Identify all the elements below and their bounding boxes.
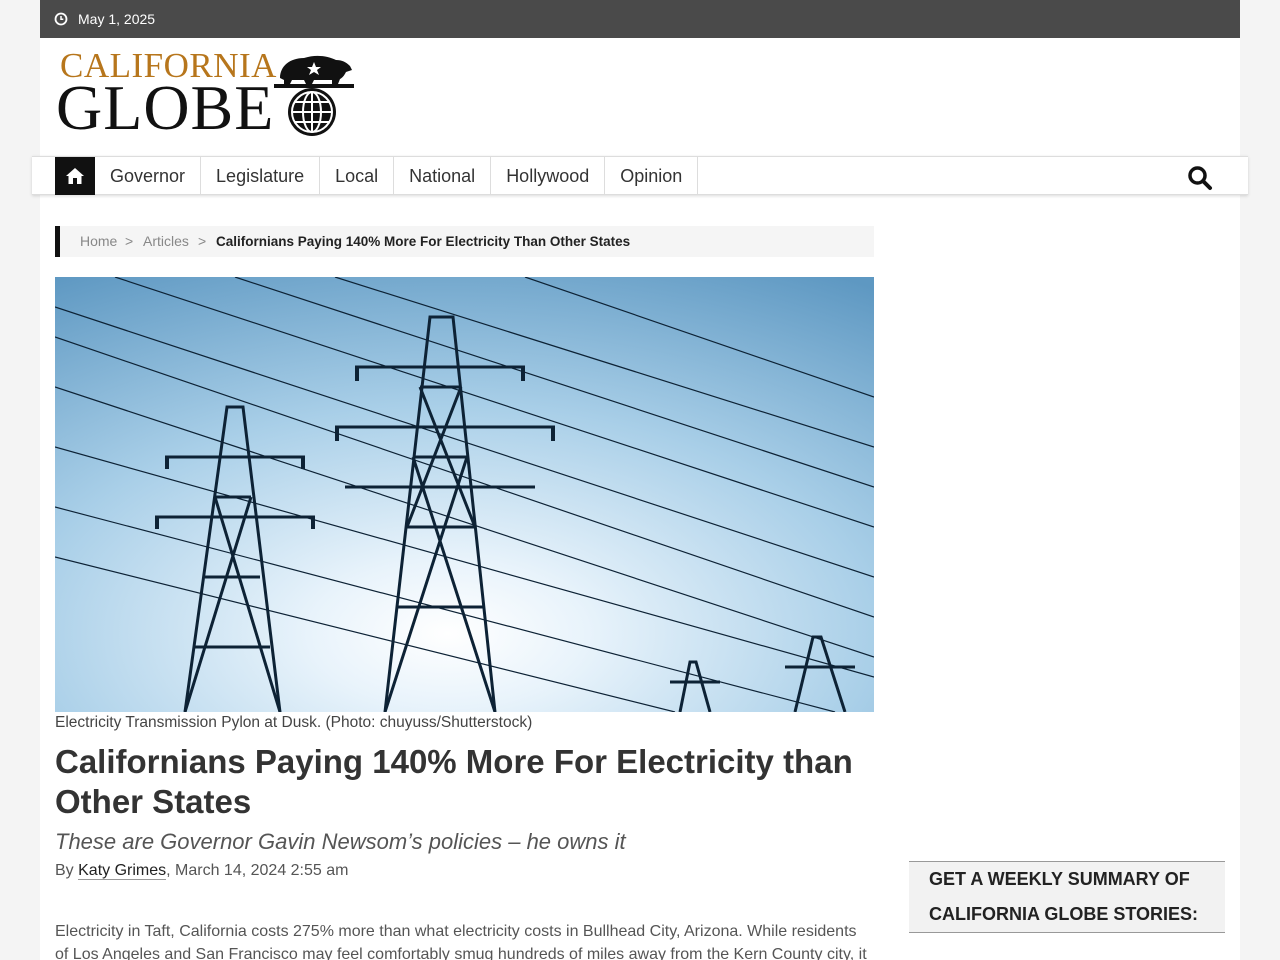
publish-date: , March 14, 2024 2:55 am <box>166 862 349 879</box>
breadcrumb-current: Californians Paying 140% More For Electr… <box>216 234 631 249</box>
nav-home-button[interactable] <box>55 157 95 195</box>
image-caption: Electricity Transmission Pylon at Dusk. … <box>55 714 533 731</box>
bear-icon <box>274 55 354 88</box>
site-logo[interactable]: CALIFORNIA GLOBE <box>56 44 356 144</box>
clock-icon <box>54 12 68 26</box>
nav-item-national[interactable]: National <box>394 157 492 195</box>
breadcrumb-home[interactable]: Home <box>80 226 117 257</box>
breadcrumb-separator: > <box>198 233 207 249</box>
page: May 1, 2025 CALIFORNIA GLOBE Governor Le… <box>32 0 1248 960</box>
breadcrumb: Home > Articles > Californians Paying 14… <box>55 226 874 257</box>
widget-title: GET A WEEKLY SUMMARY OF CALIFORNIA GLOBE… <box>929 869 1199 924</box>
byline: By Katy Grimes, March 14, 2024 2:55 am <box>55 862 348 880</box>
breadcrumb-separator: > <box>125 233 134 249</box>
newsletter-widget: GET A WEEKLY SUMMARY OF CALIFORNIA GLOBE… <box>909 861 1225 933</box>
top-bar: May 1, 2025 <box>40 0 1240 38</box>
globe-icon <box>288 88 336 136</box>
author-link[interactable]: Katy Grimes <box>78 862 167 880</box>
home-icon <box>66 168 84 184</box>
nav-item-governor[interactable]: Governor <box>95 157 202 195</box>
article-subtitle: These are Governor Gavin Newsom’s polici… <box>55 829 626 854</box>
logo-line-globe: GLOBE <box>56 72 275 143</box>
pylon-photo <box>55 277 874 712</box>
article-body: Electricity in Taft, California costs 27… <box>55 923 867 960</box>
main-nav: Governor Legislature Local National Holl… <box>32 156 1248 195</box>
breadcrumb-articles[interactable]: Articles <box>143 226 189 257</box>
byline-prefix: By <box>55 862 74 879</box>
nav-items: Governor Legislature Local National Holl… <box>95 157 699 195</box>
nav-item-legislature[interactable]: Legislature <box>201 157 321 195</box>
current-date: May 1, 2025 <box>78 11 156 27</box>
nav-item-local[interactable]: Local <box>320 157 395 195</box>
article-title: Californians Paying 140% More For Electr… <box>55 743 853 820</box>
search-icon[interactable] <box>1187 165 1213 191</box>
featured-image[interactable] <box>55 277 874 712</box>
nav-item-hollywood[interactable]: Hollywood <box>491 157 606 195</box>
nav-item-opinion[interactable]: Opinion <box>605 157 699 195</box>
